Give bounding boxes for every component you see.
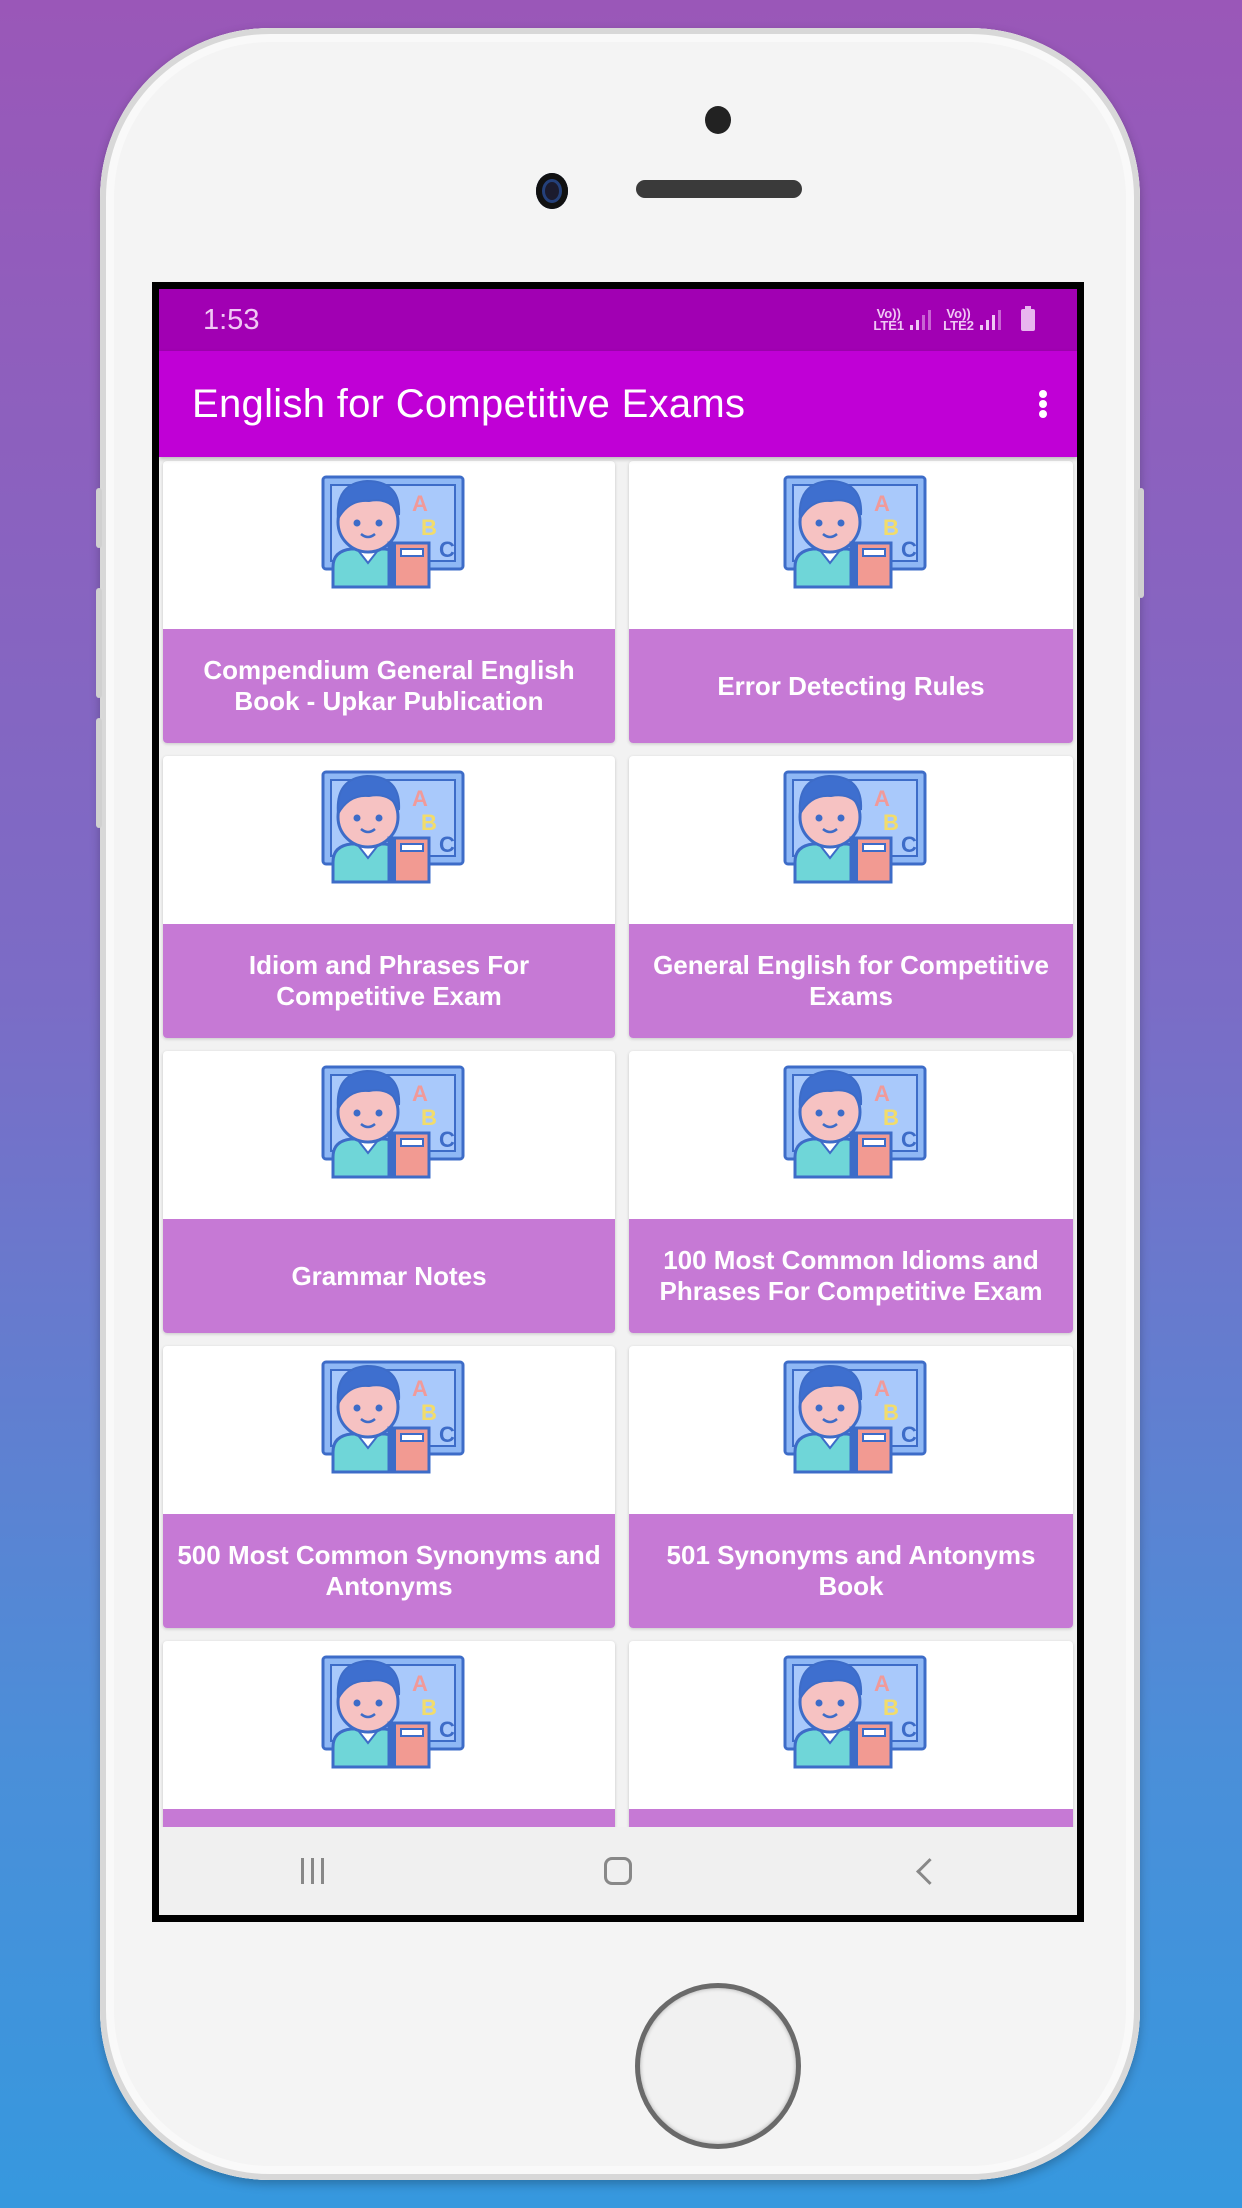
svg-text:B: B xyxy=(421,1400,437,1425)
card-title: Compendium General English Book - Upkar … xyxy=(163,629,615,743)
teacher-abc-icon: A B C xyxy=(783,1655,927,1769)
card-image: A B C xyxy=(163,1641,615,1809)
svg-text:A: A xyxy=(874,491,890,516)
svg-text:A: A xyxy=(412,1081,428,1106)
volume-down-button xyxy=(96,718,102,828)
svg-text:B: B xyxy=(883,1105,899,1130)
teacher-abc-icon: A B C xyxy=(321,1065,465,1179)
card-image: A B C xyxy=(163,756,615,924)
battery-icon xyxy=(1021,306,1035,331)
svg-text:C: C xyxy=(439,1717,455,1742)
card-image: A B C xyxy=(163,461,615,629)
book-card[interactable]: A B C Grammar Notes xyxy=(163,1051,615,1333)
book-card[interactable]: A B C Idiom and Phrases For Competitive … xyxy=(163,756,615,1038)
card-image: A B C xyxy=(163,1346,615,1514)
svg-text:A: A xyxy=(874,1081,890,1106)
svg-text:B: B xyxy=(421,810,437,835)
svg-text:C: C xyxy=(901,1717,917,1742)
card-image: A B C xyxy=(629,461,1073,629)
recent-apps-button[interactable] xyxy=(272,1841,352,1901)
svg-text:B: B xyxy=(421,515,437,540)
front-camera xyxy=(536,173,568,209)
status-time: 1:53 xyxy=(203,303,260,336)
svg-text:A: A xyxy=(412,786,428,811)
sim1-indicator: Vo)) LTE1 xyxy=(873,307,905,333)
svg-text:C: C xyxy=(439,1422,455,1447)
card-image: A B C xyxy=(629,756,1073,924)
phone-screen: 1:53 Vo)) LTE1 Vo)) LTE2 English for Com… xyxy=(152,282,1084,1922)
home-icon xyxy=(604,1857,632,1885)
card-title: 501 Synonyms and Antonyms Book xyxy=(629,1514,1073,1628)
power-button xyxy=(1138,488,1144,598)
more-vert-icon[interactable] xyxy=(1033,384,1053,424)
book-grid: A B C Compendium General English Book - … xyxy=(163,461,1077,1915)
sim1-lte: LTE1 xyxy=(873,318,905,333)
sim2-indicator: Vo)) LTE2 xyxy=(943,307,974,333)
book-card[interactable]: A B C 501 Synonyms and Antonyms Book xyxy=(629,1346,1073,1628)
book-card[interactable]: A B C Compendium General English Book - … xyxy=(163,461,615,743)
svg-text:A: A xyxy=(412,491,428,516)
svg-text:C: C xyxy=(901,1127,917,1152)
svg-text:A: A xyxy=(874,1671,890,1696)
card-image: A B C xyxy=(163,1051,615,1219)
teacher-abc-icon: A B C xyxy=(321,475,465,589)
book-card[interactable]: A B C Error Detecting Rules xyxy=(629,461,1073,743)
svg-text:A: A xyxy=(874,786,890,811)
svg-text:B: B xyxy=(883,515,899,540)
svg-text:C: C xyxy=(901,1422,917,1447)
svg-text:C: C xyxy=(439,832,455,857)
card-image: A B C xyxy=(629,1051,1073,1219)
svg-text:A: A xyxy=(874,1376,890,1401)
svg-text:C: C xyxy=(901,537,917,562)
proximity-sensor xyxy=(705,106,731,134)
earpiece-speaker xyxy=(636,180,802,198)
teacher-abc-icon: A B C xyxy=(321,770,465,884)
volume-up-button xyxy=(96,588,102,698)
teacher-abc-icon: A B C xyxy=(783,1065,927,1179)
signal-icon xyxy=(910,310,932,330)
svg-text:C: C xyxy=(439,537,455,562)
status-icons: Vo)) LTE1 Vo)) LTE2 xyxy=(873,306,1035,333)
mute-switch xyxy=(96,488,102,548)
card-title: Idiom and Phrases For Competitive Exam xyxy=(163,924,615,1038)
book-card[interactable]: A B C 100 Most Common Idioms and Phrases… xyxy=(629,1051,1073,1333)
teacher-abc-icon: A B C xyxy=(783,770,927,884)
card-title: 100 Most Common Idioms and Phrases For C… xyxy=(629,1219,1073,1333)
card-title: 500 Most Common Synonyms and Antonyms xyxy=(163,1514,615,1628)
svg-text:A: A xyxy=(412,1376,428,1401)
svg-text:A: A xyxy=(412,1671,428,1696)
physical-home-button[interactable] xyxy=(635,1983,801,2149)
home-button[interactable] xyxy=(578,1841,658,1901)
book-card[interactable]: A B C 500 Most Common Synonyms and Anton… xyxy=(163,1346,615,1628)
svg-text:B: B xyxy=(883,810,899,835)
status-bar: 1:53 Vo)) LTE1 Vo)) LTE2 xyxy=(159,289,1077,351)
card-image: A B C xyxy=(629,1346,1073,1514)
back-icon xyxy=(915,1857,943,1885)
teacher-abc-icon: A B C xyxy=(321,1655,465,1769)
card-image: A B C xyxy=(629,1641,1073,1809)
book-card[interactable]: A B C General English for Competitive Ex… xyxy=(629,756,1073,1038)
svg-text:B: B xyxy=(883,1695,899,1720)
teacher-abc-icon: A B C xyxy=(783,475,927,589)
svg-text:B: B xyxy=(421,1105,437,1130)
card-title: Grammar Notes xyxy=(163,1219,615,1333)
teacher-abc-icon: A B C xyxy=(783,1360,927,1474)
back-button[interactable] xyxy=(884,1841,964,1901)
card-title: Error Detecting Rules xyxy=(629,629,1073,743)
app-title: English for Competitive Exams xyxy=(192,381,746,426)
sim2-lte: LTE2 xyxy=(943,318,974,333)
app-bar: English for Competitive Exams xyxy=(159,351,1077,457)
card-title: General English for Competitive Exams xyxy=(629,924,1073,1038)
recent-apps-icon xyxy=(300,1858,324,1884)
svg-text:C: C xyxy=(901,832,917,857)
navigation-bar xyxy=(159,1827,1077,1915)
svg-text:B: B xyxy=(883,1400,899,1425)
svg-text:C: C xyxy=(439,1127,455,1152)
teacher-abc-icon: A B C xyxy=(321,1360,465,1474)
svg-text:B: B xyxy=(421,1695,437,1720)
signal-icon xyxy=(980,310,1001,330)
